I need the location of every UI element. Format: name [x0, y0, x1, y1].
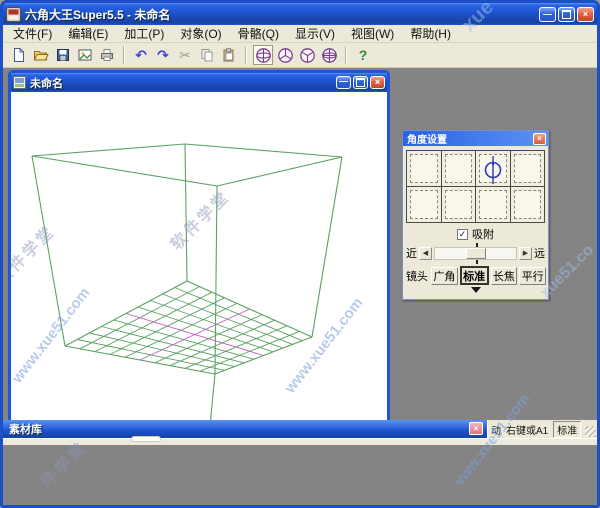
app-icon [6, 7, 21, 22]
print-icon[interactable] [97, 45, 117, 65]
mode-wide-button[interactable]: 广角 [431, 267, 458, 285]
menu-process[interactable]: 加工(P) [116, 24, 172, 43]
material-library-close-button[interactable]: × [469, 422, 483, 435]
angle-cell[interactable] [476, 187, 510, 222]
status-mode-box: 标准 [553, 421, 581, 438]
slider-tick [476, 260, 478, 264]
toolbar-separator [245, 46, 247, 64]
import-image-icon[interactable] [75, 45, 95, 65]
view-sphere-2-icon[interactable] [275, 45, 295, 65]
angle-cell[interactable] [442, 151, 476, 186]
menu-bone[interactable]: 骨骼(Q) [230, 24, 287, 43]
zoom-slider-track[interactable] [434, 247, 517, 260]
help-icon[interactable]: ? [353, 45, 373, 65]
palette-expand-arrow-icon[interactable] [471, 287, 481, 293]
doc-close-button[interactable]: × [370, 76, 385, 89]
doc-minimize-button[interactable]: — [336, 76, 351, 89]
doc-maximize-button[interactable] [353, 76, 368, 89]
main-titlebar[interactable]: 六角大王Super5.5 - 未命名 — × [3, 3, 597, 25]
menu-display[interactable]: 显示(V) [287, 24, 343, 43]
snap-checkbox[interactable]: ✓ [457, 229, 468, 240]
resize-grip[interactable] [585, 426, 596, 437]
angle-grid [406, 150, 545, 223]
open-folder-icon[interactable] [31, 45, 51, 65]
snap-label: 吸附 [472, 226, 494, 242]
zoom-right-arrow[interactable]: ▶ [519, 247, 532, 260]
status-text-1: 动 [491, 422, 501, 437]
menu-bar: 文件(F) 编辑(E) 加工(P) 对象(O) 骨骼(Q) 显示(V) 视图(W… [3, 25, 597, 43]
lens-label: 镜头 [405, 268, 429, 284]
panel-drag-tab[interactable] [131, 436, 161, 442]
redo-icon[interactable]: ↷ [153, 45, 173, 65]
3d-viewport[interactable]: www.xue51.com www.xue51.com 软件学堂 软件学堂 [11, 92, 387, 431]
material-library-bar[interactable]: 素材库 × [3, 420, 487, 438]
window-title: 六角大王Super5.5 - 未命名 [25, 6, 535, 23]
copy-icon[interactable] [197, 45, 217, 65]
angle-cell[interactable] [511, 187, 545, 222]
status-bar: 动 右键或A1 标准 [487, 420, 597, 438]
menu-help[interactable]: 帮助(H) [402, 24, 459, 43]
status-text-2: 右键或A1 [506, 422, 548, 437]
mode-standard-button[interactable]: 标准 [460, 266, 489, 285]
maximize-button[interactable] [558, 7, 575, 22]
palette-close-button[interactable]: × [533, 133, 546, 145]
document-titlebar[interactable]: 未命名 — × [11, 73, 387, 92]
menu-view[interactable]: 视图(W) [343, 24, 402, 43]
wireframe-cube [11, 92, 387, 431]
palette-title: 角度设置 [407, 131, 533, 146]
mode-parallel-button[interactable]: 平行 [519, 267, 546, 285]
toolbar-separator [123, 46, 125, 64]
undo-icon[interactable]: ↶ [131, 45, 151, 65]
toolbar-separator [345, 46, 347, 64]
angle-settings-palette: 角度设置 × ✓ [402, 130, 549, 300]
view-sphere-1-icon[interactable] [253, 45, 273, 65]
document-window: 未命名 — × www.xue51.com www.xue51.com 软件学堂… [8, 70, 390, 434]
view-sphere-3-icon[interactable] [297, 45, 317, 65]
menu-file[interactable]: 文件(F) [5, 24, 60, 43]
view-direction-compass-icon [482, 155, 504, 185]
near-label: 近 [406, 245, 417, 261]
zoom-slider-thumb[interactable] [466, 248, 486, 259]
angle-cell[interactable] [511, 151, 545, 186]
bottom-bar: 素材库 × 动 右键或A1 标准 [3, 420, 597, 438]
slider-tick [476, 243, 478, 247]
mode-tele-button[interactable]: 长焦 [491, 267, 518, 285]
new-file-icon[interactable] [9, 45, 29, 65]
angle-cell[interactable] [442, 187, 476, 222]
application-window: 六角大王Super5.5 - 未命名 — × 文件(F) 编辑(E) 加工(P)… [0, 0, 600, 508]
menu-edit[interactable]: 编辑(E) [60, 24, 116, 43]
save-icon[interactable] [53, 45, 73, 65]
document-title: 未命名 [30, 75, 332, 91]
document-icon [13, 76, 26, 89]
palette-titlebar[interactable]: 角度设置 × [403, 131, 548, 146]
material-library-title: 素材库 [9, 421, 42, 437]
toolbar: ↶ ↷ ✂ ? [3, 43, 597, 68]
paste-icon[interactable] [219, 45, 239, 65]
angle-cell[interactable] [476, 151, 510, 186]
bottom-strip [3, 438, 597, 445]
close-button[interactable]: × [577, 7, 594, 22]
zoom-left-arrow[interactable]: ◀ [419, 247, 432, 260]
cut-icon[interactable]: ✂ [175, 45, 195, 65]
angle-cell[interactable] [407, 187, 441, 222]
view-sphere-4-icon[interactable] [319, 45, 339, 65]
angle-cell[interactable] [407, 151, 441, 186]
menu-object[interactable]: 对象(O) [172, 24, 229, 43]
far-label: 远 [534, 245, 545, 261]
minimize-button[interactable]: — [539, 7, 556, 22]
